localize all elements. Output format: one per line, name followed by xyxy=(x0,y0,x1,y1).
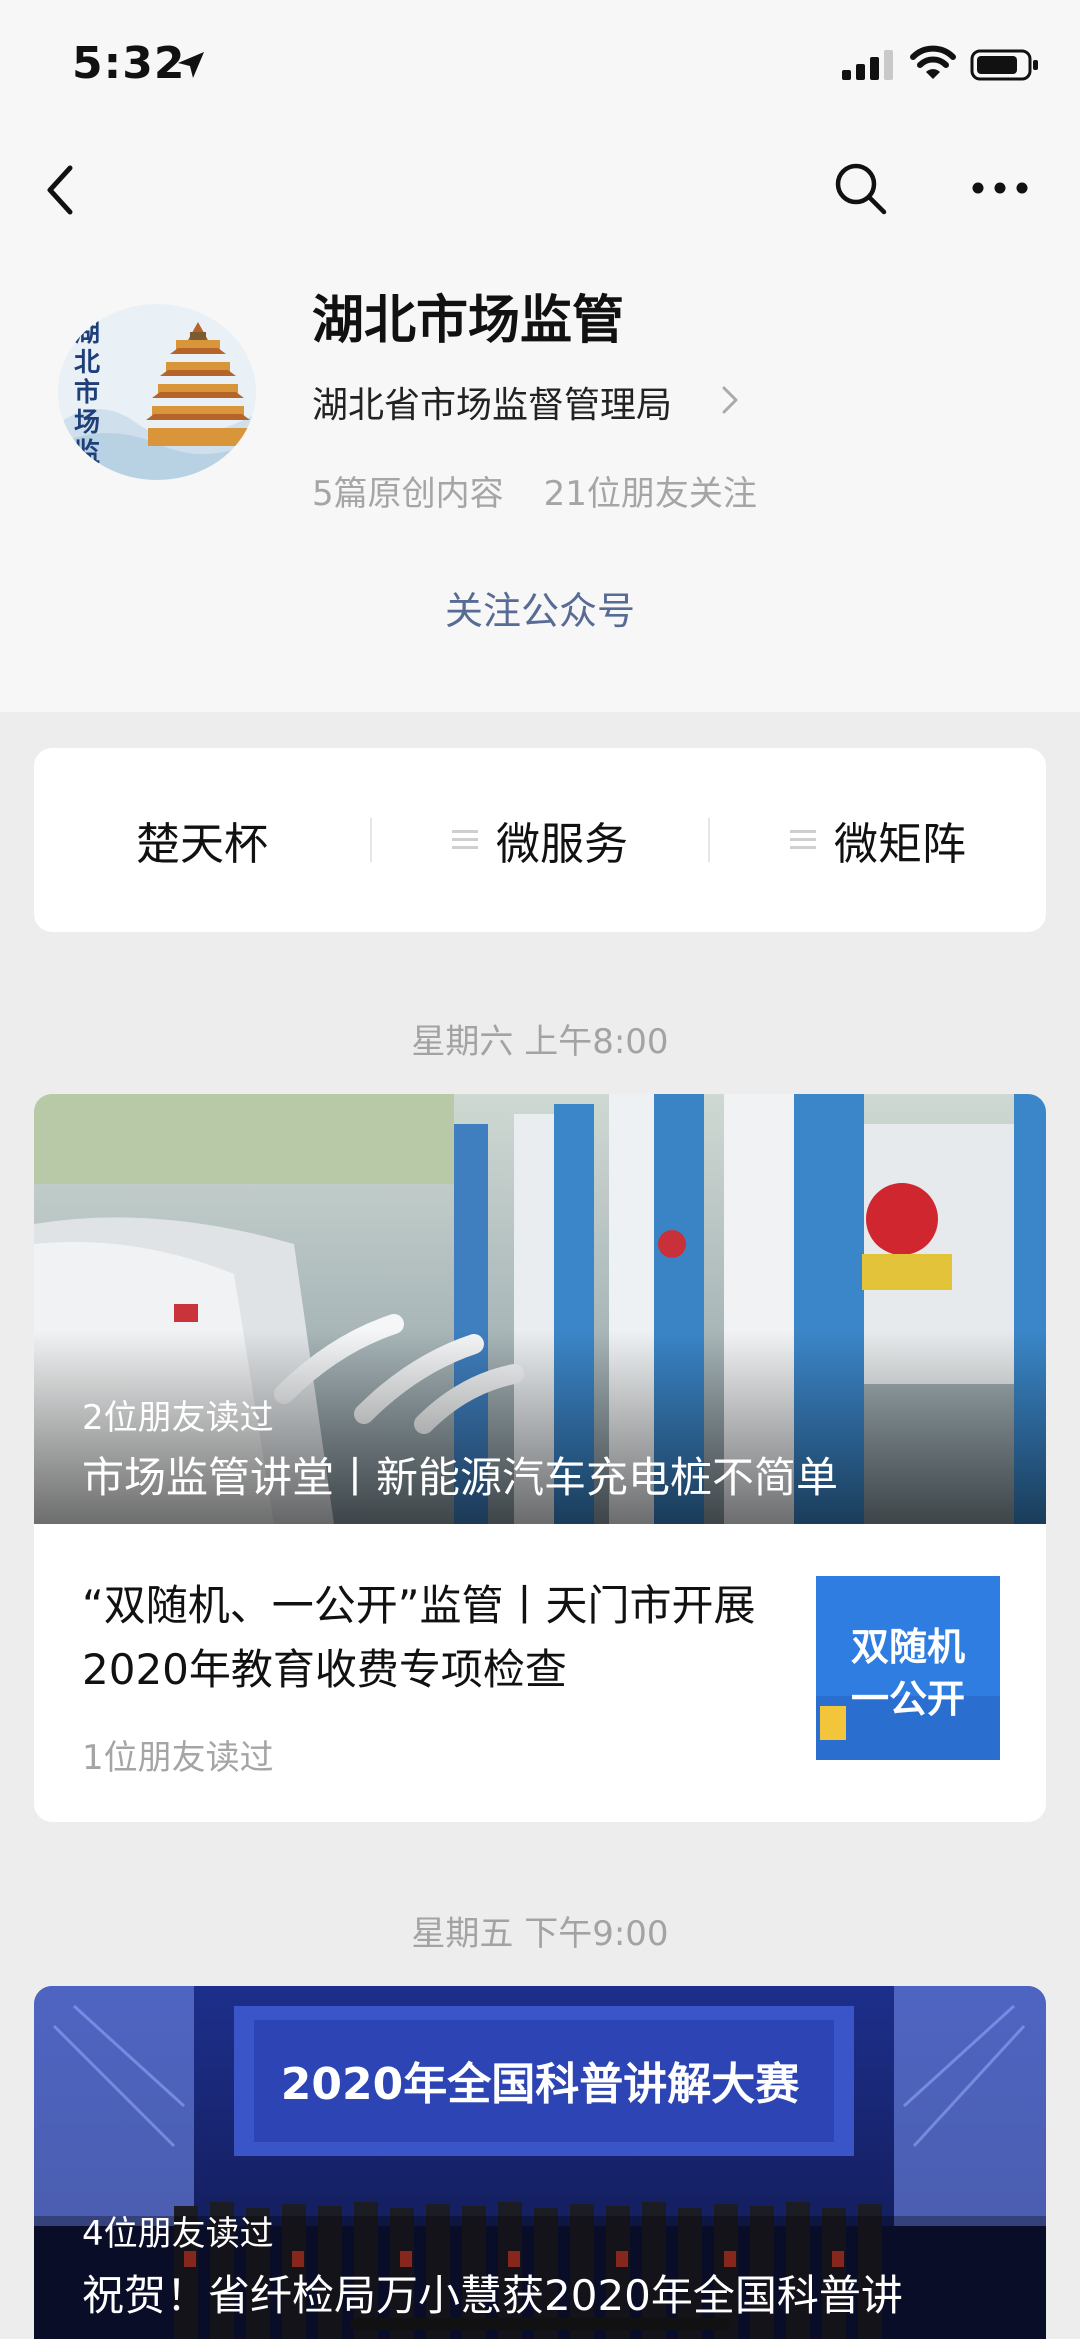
account-avatar[interactable]: 湖北市场监管 xyxy=(58,304,256,480)
original-count[interactable]: 5篇原创内容 xyxy=(312,474,504,514)
cellular-signal-icon xyxy=(842,50,893,80)
sub-article-thumbnail: 双随机 一公开 xyxy=(816,1576,1000,1760)
menu-item-weifuwu[interactable]: 微服务 xyxy=(372,748,708,932)
account-organization[interactable]: 湖北省市场监督管理局 xyxy=(312,376,672,428)
chevron-left-icon[interactable] xyxy=(40,160,80,220)
sub-article[interactable]: “双随机、一公开”监管丨天门市开展2020年教育收费专项检查 1位朋友读过 双随… xyxy=(34,1524,1046,1822)
article-title: 市场监管讲堂丨新能源汽车充电桩不简单 xyxy=(82,1453,839,1502)
article-hero[interactable]: 2位朋友读过 市场监管讲堂丨新能源汽车充电桩不简单 xyxy=(34,1094,1046,1524)
account-name: 湖北市场监管 xyxy=(312,291,625,351)
more-icon[interactable] xyxy=(970,176,1030,200)
home-indicator xyxy=(350,2318,730,2330)
location-arrow-icon xyxy=(178,52,204,78)
menu-item-label: 微服务 xyxy=(496,819,628,870)
sub-article-title: “双随机、一公开”监管丨天门市开展2020年教育收费专项检查 xyxy=(82,1581,756,1694)
article-title: 祝贺！省纤检局万小慧获2020年全国科普讲 xyxy=(82,2271,903,2320)
feed-date: 星期六 上午8:00 xyxy=(411,1022,669,1062)
status-bar: 5:32 xyxy=(0,0,1080,130)
menu-item-label: 楚天杯 xyxy=(136,819,268,870)
thumbnail-text-2: 一公开 xyxy=(850,1677,965,1721)
submenu-icon xyxy=(790,830,816,849)
feed-date: 星期五 下午9:00 xyxy=(411,1914,669,1954)
search-icon[interactable] xyxy=(832,160,888,216)
wifi-icon xyxy=(910,45,956,79)
sub-article-readers: 1位朋友读过 xyxy=(82,1738,274,1778)
article-group: 2020年全国科普讲解大赛 4位朋友读过 祝贺！省纤检局万小慧获2020年全国科… xyxy=(34,1986,1046,2339)
menu-item-chutianbei[interactable]: 楚天杯 xyxy=(34,748,370,932)
follow-button[interactable]: 关注公众号 xyxy=(0,580,1080,635)
menu-item-label: 微矩阵 xyxy=(834,819,966,870)
article-hero[interactable]: 2020年全国科普讲解大赛 4位朋友读过 祝贺！省纤检局万小慧获2020年全国科… xyxy=(34,1986,1046,2339)
submenu-icon xyxy=(452,830,478,849)
account-stats: 5篇原创内容 21位朋友关注 xyxy=(312,466,757,515)
chevron-right-icon[interactable] xyxy=(720,382,740,418)
battery-icon xyxy=(970,49,1038,81)
thumbnail-text-1: 双随机 xyxy=(850,1625,965,1669)
friends-following[interactable]: 21位朋友关注 xyxy=(544,474,757,514)
status-time: 5:32 xyxy=(72,38,186,89)
avatar-text: 湖北市场监管 xyxy=(74,318,101,480)
banner-text: 2020年全国科普讲解大赛 xyxy=(280,2059,800,2110)
article-readers: 4位朋友读过 xyxy=(82,2214,274,2254)
article-group: 2位朋友读过 市场监管讲堂丨新能源汽车充电桩不简单 “双随机、一公开”监管丨天门… xyxy=(34,1094,1046,1822)
menu-item-weijuzhen[interactable]: 微矩阵 xyxy=(710,748,1046,932)
account-menu: 楚天杯 微服务 微矩阵 xyxy=(34,748,1046,932)
article-readers: 2位朋友读过 xyxy=(82,1398,274,1438)
